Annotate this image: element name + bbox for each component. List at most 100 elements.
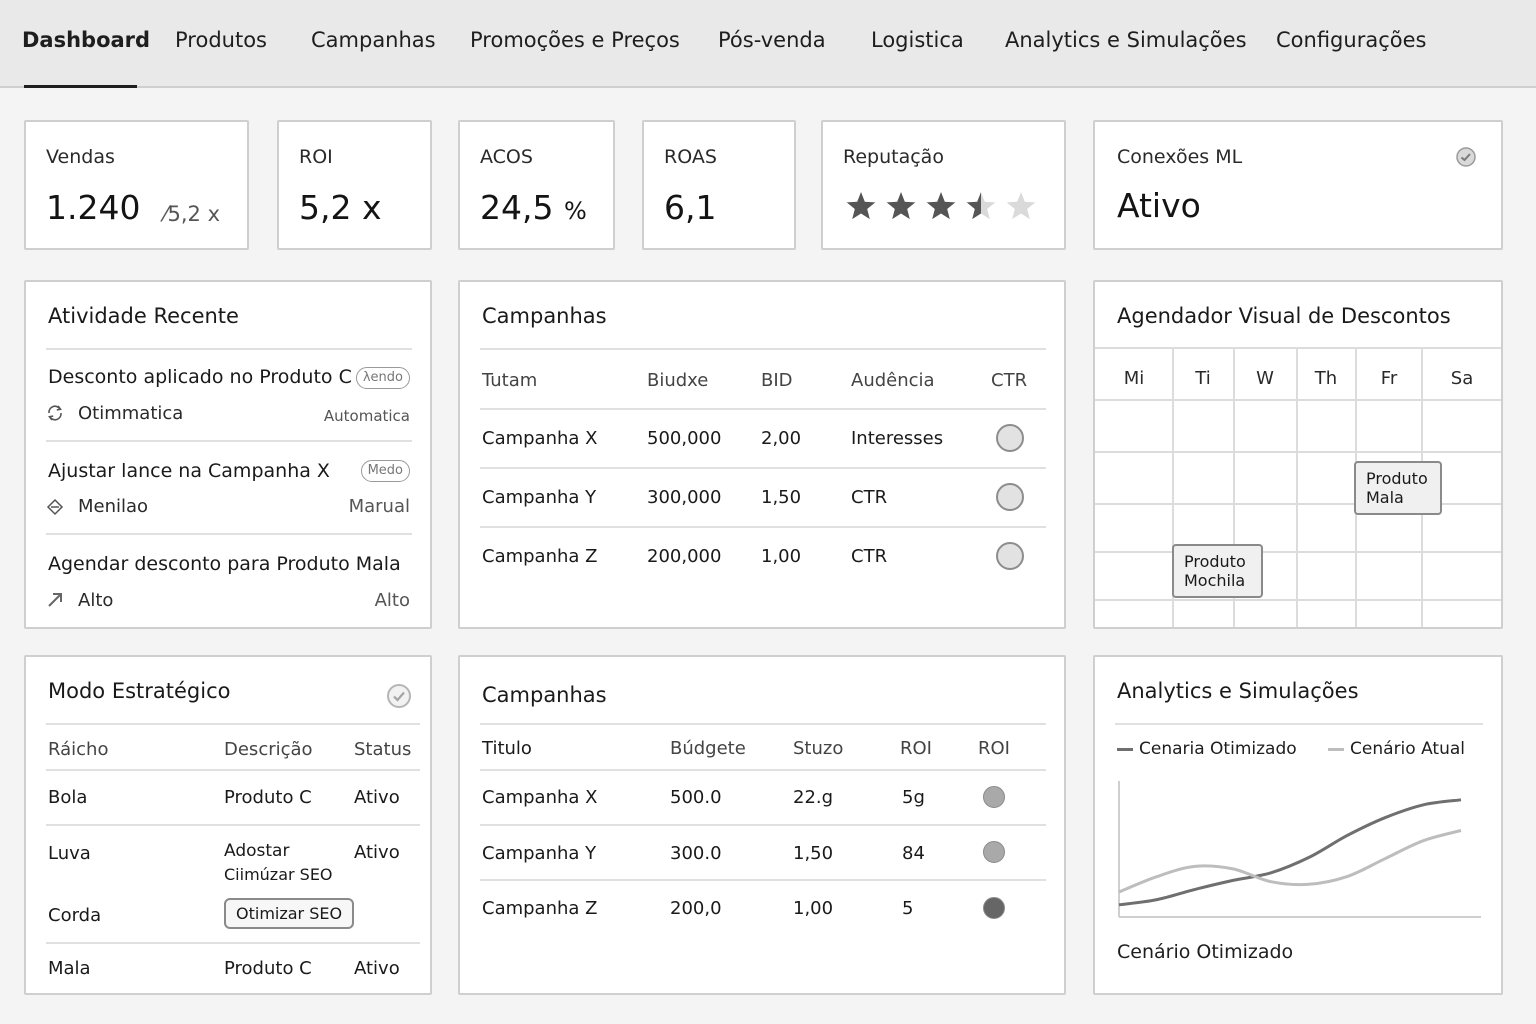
column-header: Stuzo	[793, 738, 844, 759]
day-header: Fr	[1380, 368, 1398, 389]
column-header: CTR	[991, 370, 1028, 391]
column-header: Audência	[851, 370, 935, 391]
divider	[46, 824, 420, 826]
kpi-acos-unit: %	[563, 197, 587, 225]
activity-status-pill: λendo	[355, 367, 410, 389]
product-status: Ativo	[354, 958, 400, 979]
divider	[480, 769, 1046, 771]
kpi-acos-label: ACOS	[480, 146, 533, 168]
kpi-conexoes-card: Conexões ML Ativo	[1093, 120, 1503, 250]
product-status: Ativo	[354, 787, 400, 808]
tab-dashboard[interactable]: Dashboard	[22, 28, 150, 52]
kpi-acos-number: 24,5	[480, 188, 554, 227]
tab-analytics-simulacoes[interactable]: Analytics e Simulações	[1005, 28, 1247, 52]
kpi-reputacao-label: Reputação	[843, 146, 944, 168]
legend-swatch-otimizado	[1117, 747, 1133, 751]
ctr-toggle[interactable]	[996, 424, 1024, 452]
optimize-seo-button[interactable]: Otimizar SEO	[224, 898, 355, 929]
divider	[480, 824, 1046, 826]
column-header: Búdgete	[670, 738, 746, 759]
activity-item-sub: Menilao	[78, 496, 149, 517]
sync-icon	[48, 405, 62, 421]
analytics-panel: Analytics e Simulações Cenaria Otimizado…	[1093, 655, 1503, 995]
day-header: W	[1256, 368, 1274, 389]
kpi-vendas-sub: ⁄5,2 x	[164, 202, 221, 226]
tab-configuracoes[interactable]: Configurações	[1276, 28, 1426, 52]
kpi-roas-value: 6,1	[664, 188, 717, 227]
scheduler-grid	[1095, 347, 1501, 627]
star-icon	[886, 192, 916, 220]
strategic-mode-panel: Modo Estratégico Ráicho Descrição Status…	[24, 655, 432, 995]
kpi-acos-card: ACOS 24,5 %	[458, 120, 615, 250]
campaign-name: Campanha Z	[482, 546, 598, 567]
campaign-name: Campanha Y	[482, 487, 597, 508]
tab-pos-venda[interactable]: Pós-venda	[718, 28, 826, 52]
column-header: BID	[761, 370, 793, 391]
activity-item-sub: Otimmatica	[78, 403, 184, 424]
product-name: Corda	[48, 905, 102, 926]
recent-activity-panel: Atividade Recente Desconto aplicado no P…	[24, 280, 432, 629]
activity-item-sub: Alto	[78, 590, 114, 611]
campaigns-title: Campanhas	[482, 304, 607, 328]
campaigns-roi-panel: Campanhas Titulo Búdgete Stuzo ROI ROI C…	[458, 655, 1066, 995]
kpi-vendas-card: Vendas 1.240 ⁄5,2 x	[24, 120, 249, 250]
star-rating	[846, 192, 1036, 220]
column-header: ROI	[978, 738, 1010, 759]
campaign-audience: CTR	[851, 546, 888, 567]
tab-logistica[interactable]: Logistica	[871, 28, 964, 52]
kpi-roi-value: 5,2 x	[299, 188, 382, 227]
kpi-roi-label: ROI	[299, 146, 333, 168]
diamond-arrows-icon	[46, 498, 64, 516]
column-header: Biudxe	[647, 370, 709, 391]
activity-item-type: Automatica	[323, 407, 410, 425]
roi-status-dot	[983, 786, 1005, 808]
campaign-name: Campanha Z	[482, 898, 598, 919]
column-header: Descrição	[224, 739, 313, 760]
ctr-toggle[interactable]	[996, 483, 1024, 511]
column-header: Status	[354, 739, 412, 760]
day-header: Th	[1314, 368, 1338, 389]
legend-swatch-atual	[1328, 747, 1345, 751]
star-icon	[926, 192, 956, 220]
column-header: Tutam	[482, 370, 538, 391]
ctr-toggle[interactable]	[996, 542, 1024, 570]
campaign-budget: 500,000	[647, 428, 722, 449]
check-circle-icon[interactable]	[386, 683, 412, 709]
legend-label: Cenário Atual	[1350, 739, 1465, 759]
campaign-stuzo: 22.g	[793, 787, 834, 808]
discount-scheduler-panel: Agendador Visual de Descontos Mi Ti W Th…	[1093, 280, 1503, 629]
chart-legend: Cenaria Otimizado Cenário Atual	[1117, 739, 1465, 759]
campaign-stuzo: 1,50	[793, 843, 834, 864]
event-label: Mala	[1366, 488, 1404, 507]
campaign-bid: 1,50	[761, 487, 802, 508]
divider	[480, 408, 1046, 410]
divider	[46, 723, 420, 725]
activity-item-priority: Alto	[374, 590, 410, 611]
day-header: Sa	[1450, 368, 1474, 389]
product-description: Produto C	[224, 958, 312, 979]
campaign-budget: 200,0	[670, 898, 722, 919]
kpi-conexoes-value: Ativo	[1117, 186, 1201, 225]
day-header: Ti	[1195, 368, 1211, 389]
discount-event-mala[interactable]: Produto Mala	[1354, 461, 1442, 515]
discount-event-mochila[interactable]: Produto Mochila	[1172, 544, 1263, 598]
top-nav: Dashboard Produtos Campanhas Promoções e…	[0, 0, 1536, 88]
recent-activity-title: Atividade Recente	[48, 304, 239, 328]
campaign-roi: 84	[902, 843, 925, 864]
campaign-roi: 5	[902, 898, 914, 919]
tab-produtos[interactable]: Produtos	[175, 28, 267, 52]
star-icon	[846, 192, 876, 220]
campaign-bid: 2,00	[761, 428, 802, 449]
series-line-1	[1118, 829, 1462, 894]
tab-campanhas[interactable]: Campanhas	[311, 28, 436, 52]
divider	[46, 942, 420, 944]
campaign-budget: 300.0	[670, 843, 722, 864]
divider	[480, 723, 1046, 725]
tab-promocoes-precos[interactable]: Promoções e Preços	[470, 28, 680, 52]
product-description: Produto C	[224, 787, 312, 808]
roi-status-dot	[983, 897, 1005, 919]
campaigns-roi-title: Campanhas	[482, 683, 607, 707]
campaign-budget: 500.0	[670, 787, 722, 808]
event-label: Mochila	[1184, 571, 1246, 590]
divider	[480, 467, 1046, 469]
